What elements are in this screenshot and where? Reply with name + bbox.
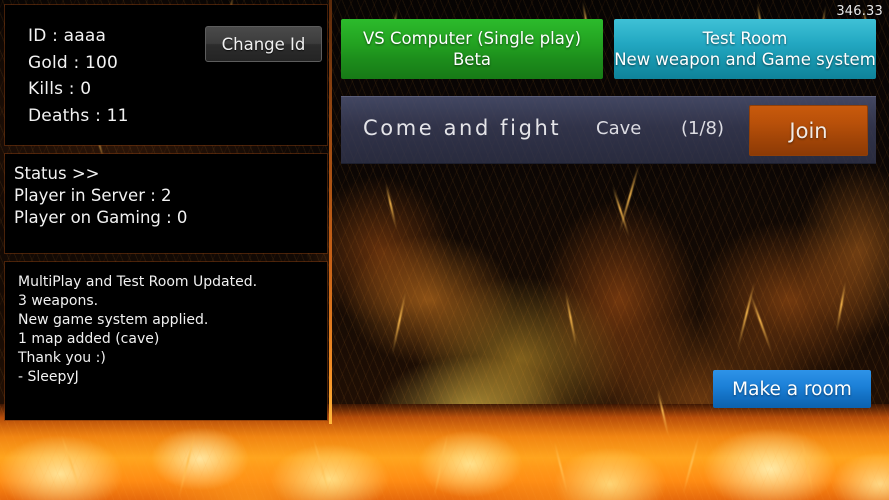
room-map: Cave: [596, 118, 642, 139]
profile-stat-kills: Kills : 0: [28, 79, 92, 99]
profile-stat-gold: Gold : 100: [28, 52, 119, 73]
news-panel: MultiPlay and Test Room Updated. 3 weapo…: [5, 262, 327, 420]
room-player-count: (1/8): [681, 118, 725, 139]
news-line: MultiPlay and Test Room Updated.: [18, 274, 258, 290]
news-line: - SleepyJ: [18, 369, 79, 385]
room-list-item[interactable]: Come and fight Cave (1/8) Join: [341, 96, 876, 164]
test-room-label-secondary: New weapon and Game system: [614, 50, 876, 69]
game-lobby-screen: 346.33 ID : aaaa Gold : 100 Kills : 0 De…: [0, 0, 889, 500]
profile-panel: ID : aaaa Gold : 100 Kills : 0 Deaths : …: [5, 5, 327, 145]
status-players-in-server: Player in Server : 2: [14, 186, 172, 205]
profile-stat-deaths: Deaths : 11: [28, 105, 129, 126]
vs-computer-button[interactable]: VS Computer (Single play) Beta: [341, 19, 603, 79]
server-status-panel: Status >> Player in Server : 2 Player on…: [5, 154, 327, 253]
test-room-label-primary: Test Room: [702, 29, 788, 48]
news-line: Thank you :): [18, 350, 106, 366]
change-id-button[interactable]: Change Id: [205, 26, 322, 62]
status-heading: Status >>: [14, 164, 100, 183]
join-room-button[interactable]: Join: [749, 105, 868, 156]
news-line: New game system applied.: [18, 312, 209, 328]
vs-computer-label-primary: VS Computer (Single play): [362, 29, 582, 48]
profile-stats: ID : aaaa Gold : 100 Kills : 0 Deaths : …: [28, 23, 129, 129]
column-divider: [329, 0, 332, 424]
vs-computer-label-secondary: Beta: [452, 50, 492, 69]
profile-stat-id: ID : aaaa: [28, 26, 107, 46]
news-line: 1 map added (cave): [18, 331, 160, 347]
room-name: Come and fight: [363, 116, 562, 140]
news-line: 3 weapons.: [18, 293, 99, 309]
news-list: MultiPlay and Test Room Updated. 3 weapo…: [18, 273, 257, 387]
test-room-button[interactable]: Test Room New weapon and Game system: [614, 19, 876, 79]
make-room-button[interactable]: Make a room: [713, 370, 871, 408]
server-status-list: Status >> Player in Server : 2 Player on…: [14, 163, 187, 229]
fps-counter: 346.33: [836, 4, 883, 19]
status-players-gaming: Player on Gaming : 0: [14, 208, 188, 227]
